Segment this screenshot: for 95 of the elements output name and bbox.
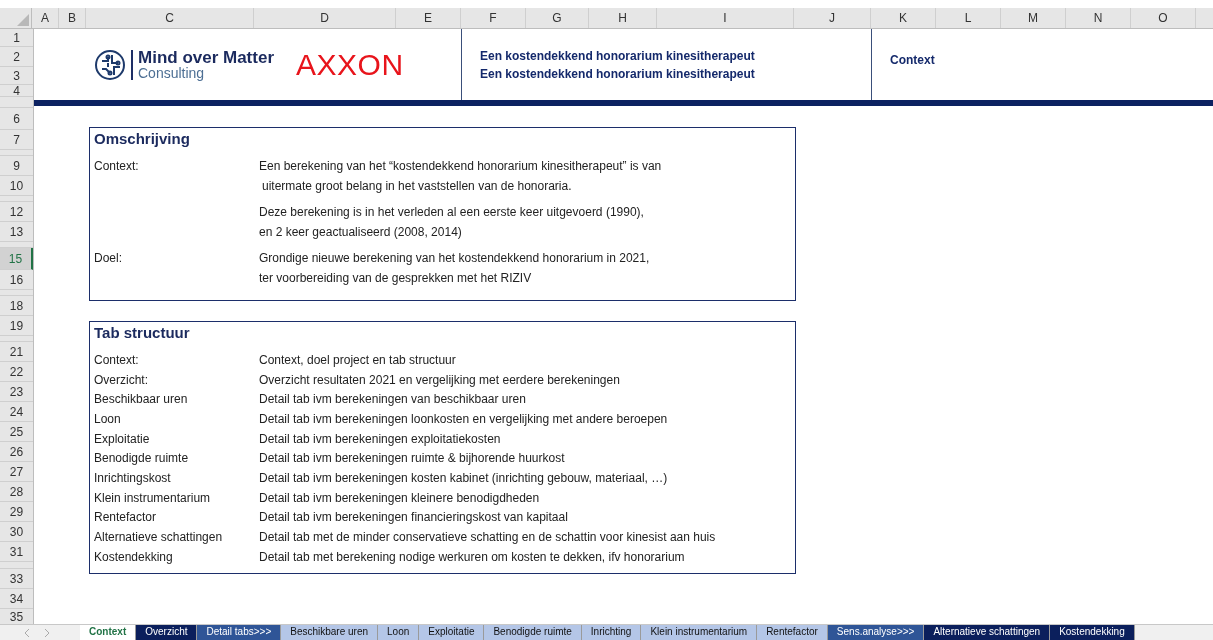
select-all-icon[interactable]	[17, 14, 29, 26]
description-text: Een berekening van het “kostendekkend honorarium kinesitherapeut” is van	[259, 158, 662, 175]
field-label: Doel:	[94, 251, 122, 265]
row-header[interactable]: 26	[0, 442, 33, 462]
column-header[interactable]: D	[254, 8, 396, 28]
row-header[interactable]: 16	[0, 270, 33, 290]
tab-name: Benodigde ruimte	[94, 451, 190, 466]
column-header[interactable]: K	[871, 8, 936, 28]
tab-name: Alternatieve schattingen	[94, 530, 224, 545]
sheet-tab[interactable]: Detail tabs>>>	[197, 625, 282, 640]
description-text: Deze berekening is in het verleden al een eerste keer uitgevoerd (1990),	[259, 204, 644, 221]
tab-description: Detail tab met berekening nodige werkuren om kosten te dekken, ifv honorarium	[259, 549, 685, 564]
tab-name: Klein instrumentarium	[94, 490, 212, 505]
row-header[interactable]: 2	[0, 47, 33, 67]
row-header[interactable]: 24	[0, 402, 33, 422]
row-header[interactable]: 22	[0, 362, 33, 382]
logo-name: Mind over Matter	[138, 49, 275, 66]
column-header[interactable]: L	[936, 8, 1001, 28]
column-header[interactable]: F	[461, 8, 526, 28]
row-header[interactable]: 9	[0, 156, 33, 176]
tab-description: Detail tab met de minder conservatieve schatting en de schattin voor kinesist aan huis	[259, 530, 716, 545]
sheet-tab[interactable]: Benodigde ruimte	[484, 625, 582, 640]
row-header[interactable]: 30	[0, 522, 33, 542]
row-header[interactable]: 15	[0, 248, 33, 270]
description-text: ter voorbereiding van de gesprekken met het RIZIV	[259, 270, 533, 287]
row-header[interactable]: 1	[0, 29, 33, 47]
tab-description: Detail tab ivm berekeningen kleinere benodigdheden	[259, 490, 540, 505]
column-header[interactable]: H	[589, 8, 657, 28]
circuit-brain-icon	[94, 48, 126, 81]
report-title: Een kostendekkend honorarium kinesitherapeut	[480, 48, 756, 63]
column-header[interactable]: J	[794, 8, 871, 28]
row-header[interactable]: 13	[0, 222, 33, 242]
row-header[interactable]: 3	[0, 67, 33, 85]
report-title: Een kostendekkend honorarium kinesitherapeut	[480, 66, 756, 81]
row-header[interactable]: 18	[0, 296, 33, 316]
row-header[interactable]: 12	[0, 202, 33, 222]
column-header[interactable]: A	[32, 8, 59, 28]
row-header[interactable]: 34	[0, 589, 33, 609]
column-header[interactable]: I	[657, 8, 794, 28]
logo-tagline: Consulting	[138, 66, 206, 80]
sheet-tab[interactable]: Loon	[378, 625, 420, 640]
description-text: en 2 keer geactualiseerd (2008, 2014)	[259, 224, 463, 241]
sheet-tab[interactable]: Alternatieve schattingen	[924, 625, 1051, 640]
column-header[interactable]: C	[86, 8, 254, 28]
sheet-tab[interactable]: Rentefactor	[757, 625, 828, 640]
brand-logo: AXXON	[296, 47, 404, 82]
row-header[interactable]: 28	[0, 482, 33, 502]
sheet-label: Context	[890, 53, 935, 67]
tab-name: Overzicht:	[94, 372, 149, 387]
section-title: Tab structuur	[94, 323, 191, 343]
row-header[interactable]: 33	[0, 569, 33, 589]
tab-description: Detail tab ivm berekeningen loonkosten en vergelijking met andere beroepen	[259, 411, 668, 426]
column-header[interactable]: M	[1001, 8, 1066, 28]
row-header[interactable]: 4	[0, 85, 33, 97]
tab-description: Detail tab ivm berekeningen ruimte & bijhorende huurkost	[259, 451, 565, 466]
description-text: uitermate groot belang in het vaststellen van de honoraria.	[261, 178, 573, 195]
sheet-tab[interactable]: Kostendekking	[1050, 625, 1135, 640]
tab-name: Inrichtingskost	[94, 470, 172, 485]
tab-name: Kostendekking	[94, 549, 174, 564]
sheet-tab[interactable]: Inrichting	[581, 625, 642, 640]
row-header[interactable]: 31	[0, 542, 33, 562]
row-header[interactable]: 7	[0, 130, 33, 150]
tab-description: Detail tab ivm berekeningen exploitatiekosten	[259, 431, 501, 446]
tab-description: Context, doel project en tab structuur	[259, 352, 456, 367]
tab-description: Detail tab ivm berekeningen financieringskost van kapitaal	[259, 510, 568, 525]
description-text: Grondige nieuwe berekening van het kostendekkend honorarium in 2021,	[259, 250, 650, 267]
column-header[interactable]: G	[526, 8, 589, 28]
row-header[interactable]: 6	[0, 108, 33, 130]
tab-name: Exploitatie	[94, 431, 151, 446]
tab-description: Detail tab ivm berekeningen kosten kabinet (inrichting gebouw, materiaal, …)	[259, 470, 668, 485]
column-header[interactable]: N	[1066, 8, 1131, 28]
sheet-tab[interactable]: Sens.analyse>>>	[827, 625, 925, 640]
row-header[interactable]: 27	[0, 462, 33, 482]
tab-name: Rentefactor	[94, 510, 158, 525]
section-title: Omschrijving	[94, 129, 191, 149]
tab-description: Overzicht resultaten 2021 en vergelijking met eerdere berekeningen	[259, 372, 620, 387]
tab-description: Detail tab ivm berekeningen van beschikbaar uren	[259, 392, 526, 407]
sheet-tab[interactable]: Exploitatie	[419, 625, 485, 640]
tab-name: Beschikbaar uren	[94, 392, 189, 407]
sheet-tab[interactable]: Beschikbare uren	[281, 625, 379, 640]
row-header[interactable]: 10	[0, 176, 33, 196]
sheet-tab[interactable]: Context	[80, 625, 137, 640]
row-header[interactable]: 19	[0, 316, 33, 336]
column-header[interactable]: E	[396, 8, 461, 28]
tab-name: Loon	[94, 411, 122, 426]
row-header[interactable]: 23	[0, 382, 33, 402]
sheet-tab[interactable]: Overzicht	[136, 625, 198, 640]
sheet-tab[interactable]: Klein instrumentarium	[641, 625, 758, 640]
column-header[interactable]: B	[59, 8, 86, 28]
field-label: Context:	[94, 159, 139, 173]
row-header[interactable]: 29	[0, 502, 33, 522]
tab-name: Context:	[94, 352, 140, 367]
row-header[interactable]: 25	[0, 422, 33, 442]
row-header[interactable]: 21	[0, 342, 33, 362]
column-header[interactable]: O	[1131, 8, 1196, 28]
